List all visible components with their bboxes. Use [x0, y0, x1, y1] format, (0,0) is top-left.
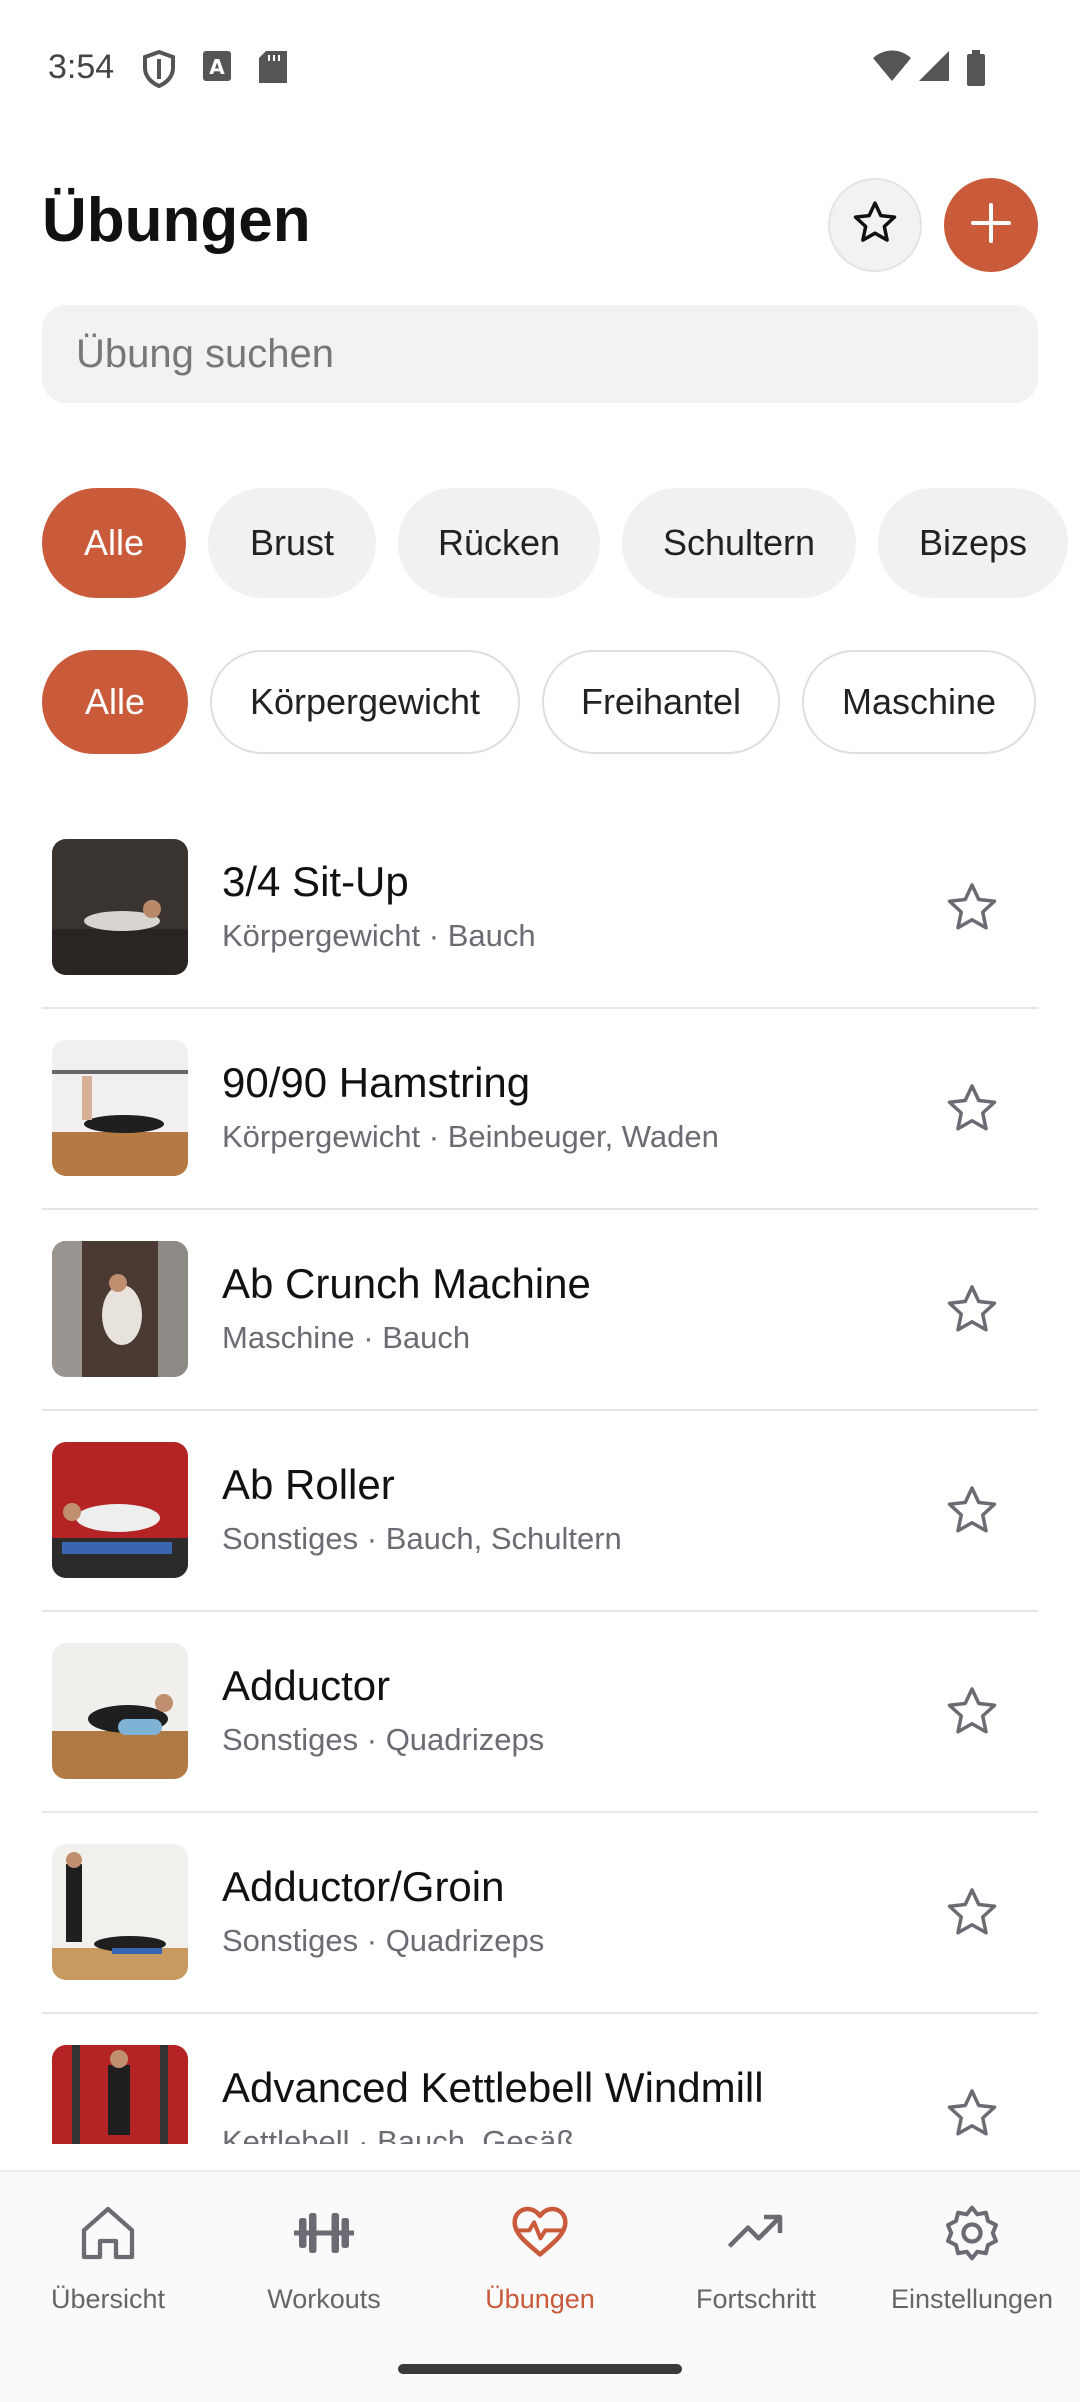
chip-equipment-koerpergewicht[interactable]: Körpergewicht: [210, 650, 520, 754]
chip-muscle-alle[interactable]: Alle: [42, 488, 186, 598]
exercise-row[interactable]: Advanced Kettlebell Windmill Kettlebell …: [42, 2014, 1038, 2144]
exercise-row[interactable]: 90/90 Hamstring Körpergewicht · Beinbeug…: [42, 1009, 1038, 1210]
exercise-name: Advanced Kettlebell Windmill: [222, 2064, 764, 2111]
star-outline-icon: [849, 197, 901, 254]
nav-label: Übungen: [485, 2284, 595, 2314]
star-outline-icon[interactable]: [942, 1481, 1002, 1541]
star-outline-icon[interactable]: [942, 1280, 1002, 1340]
chip-muscle-ruecken[interactable]: Rücken: [398, 488, 600, 598]
nav-item-fortschritt[interactable]: Fortschritt: [648, 2200, 864, 2315]
exercise-name: 90/90 Hamstring: [222, 1059, 531, 1106]
trending-up-icon: [648, 2200, 864, 2266]
status-bar: 3:54 A: [0, 0, 1080, 140]
exercise-name: Adductor: [222, 1662, 391, 1709]
nav-label: Fortschritt: [695, 2284, 816, 2314]
star-outline-icon[interactable]: [942, 878, 1002, 938]
equipment-filter-row: Alle Körpergewicht Freihantel Maschine: [42, 650, 1036, 754]
nav-item-workouts[interactable]: Workouts: [216, 2200, 432, 2315]
star-outline-icon[interactable]: [942, 1079, 1002, 1139]
status-time: 3:54: [48, 48, 115, 86]
chip-muscle-schultern[interactable]: Schultern: [622, 488, 856, 598]
star-outline-icon[interactable]: [942, 1682, 1002, 1742]
sd-card-icon: [258, 50, 288, 84]
nav-item-einstellungen[interactable]: Einstellungen: [864, 2200, 1080, 2315]
search-box[interactable]: [42, 305, 1038, 403]
nav-label: Workouts: [267, 2284, 381, 2314]
exercise-row[interactable]: Ab Roller Sonstiges · Bauch, Schultern: [42, 1411, 1038, 1612]
exercise-thumbnail: [52, 1040, 188, 1176]
nav-item-uebungen[interactable]: Übungen: [432, 2200, 648, 2315]
plus-icon: [969, 201, 1013, 250]
exercise-meta: Sonstiges · Quadrizeps: [222, 1923, 545, 1958]
chip-muscle-bizeps[interactable]: Bizeps: [878, 488, 1068, 598]
exercise-meta: Körpergewicht · Beinbeuger, Waden: [222, 1119, 719, 1154]
chip-equipment-alle[interactable]: Alle: [42, 650, 188, 754]
page-title: Übungen: [42, 186, 311, 255]
chip-equipment-freihantel[interactable]: Freihantel: [542, 650, 780, 754]
a-badge-icon: A: [202, 50, 232, 82]
exercise-thumbnail: [52, 2045, 188, 2144]
exercise-thumbnail: [52, 839, 188, 975]
home-icon: [0, 2200, 216, 2266]
exercise-meta: Maschine · Bauch: [222, 1320, 471, 1355]
shield-icon: [142, 50, 176, 88]
dumbbell-icon: [216, 2200, 432, 2266]
exercise-meta: Sonstiges · Quadrizeps: [222, 1722, 545, 1757]
exercise-thumbnail: [52, 1241, 188, 1377]
chip-equipment-maschine[interactable]: Maschine: [802, 650, 1036, 754]
nav-label: Einstellungen: [890, 2284, 1054, 2314]
chip-muscle-brust[interactable]: Brust: [208, 488, 376, 598]
signal-icon: [918, 50, 950, 82]
exercise-row[interactable]: 3/4 Sit-Up Körpergewicht · Bauch: [42, 808, 1038, 1009]
muscle-filter-row: Alle Brust Rücken Schultern Bizeps: [42, 488, 1068, 598]
nav-label: Übersicht: [50, 2284, 166, 2314]
svg-text:A: A: [209, 55, 225, 79]
exercise-name: 3/4 Sit-Up: [222, 858, 409, 905]
exercise-row[interactable]: Adductor Sonstiges · Quadrizeps: [42, 1612, 1038, 1813]
wifi-icon: [872, 50, 912, 82]
exercise-meta: Körpergewicht · Bauch: [222, 918, 536, 953]
exercise-name: Ab Crunch Machine: [222, 1260, 591, 1307]
favorites-filter-button[interactable]: [828, 178, 922, 272]
exercise-meta: Sonstiges · Bauch, Schultern: [222, 1521, 622, 1556]
star-outline-icon[interactable]: [942, 2084, 1002, 2144]
exercise-meta: Kettlebell · Bauch, Gesäß: [222, 2124, 576, 2144]
gear-icon: [864, 2200, 1080, 2266]
star-outline-icon[interactable]: [942, 1883, 1002, 1943]
exercise-thumbnail: [52, 1844, 188, 1980]
exercise-thumbnail: [52, 1643, 188, 1779]
add-exercise-button[interactable]: [944, 178, 1038, 272]
battery-icon: [966, 50, 986, 86]
heart-pulse-icon: [432, 2200, 648, 2266]
home-indicator[interactable]: [398, 2364, 682, 2374]
exercise-list: 3/4 Sit-Up Körpergewicht · Bauch 90/90 H…: [42, 808, 1038, 2144]
nav-item-uebersicht[interactable]: Übersicht: [0, 2200, 216, 2315]
exercise-row[interactable]: Ab Crunch Machine Maschine · Bauch: [42, 1210, 1038, 1411]
exercise-row[interactable]: Adductor/Groin Sonstiges · Quadrizeps: [42, 1813, 1038, 2014]
exercise-name: Ab Roller: [222, 1461, 395, 1508]
exercise-name: Adductor/Groin: [222, 1863, 505, 1910]
search-input[interactable]: [74, 330, 1038, 378]
exercise-thumbnail: [52, 1442, 188, 1578]
